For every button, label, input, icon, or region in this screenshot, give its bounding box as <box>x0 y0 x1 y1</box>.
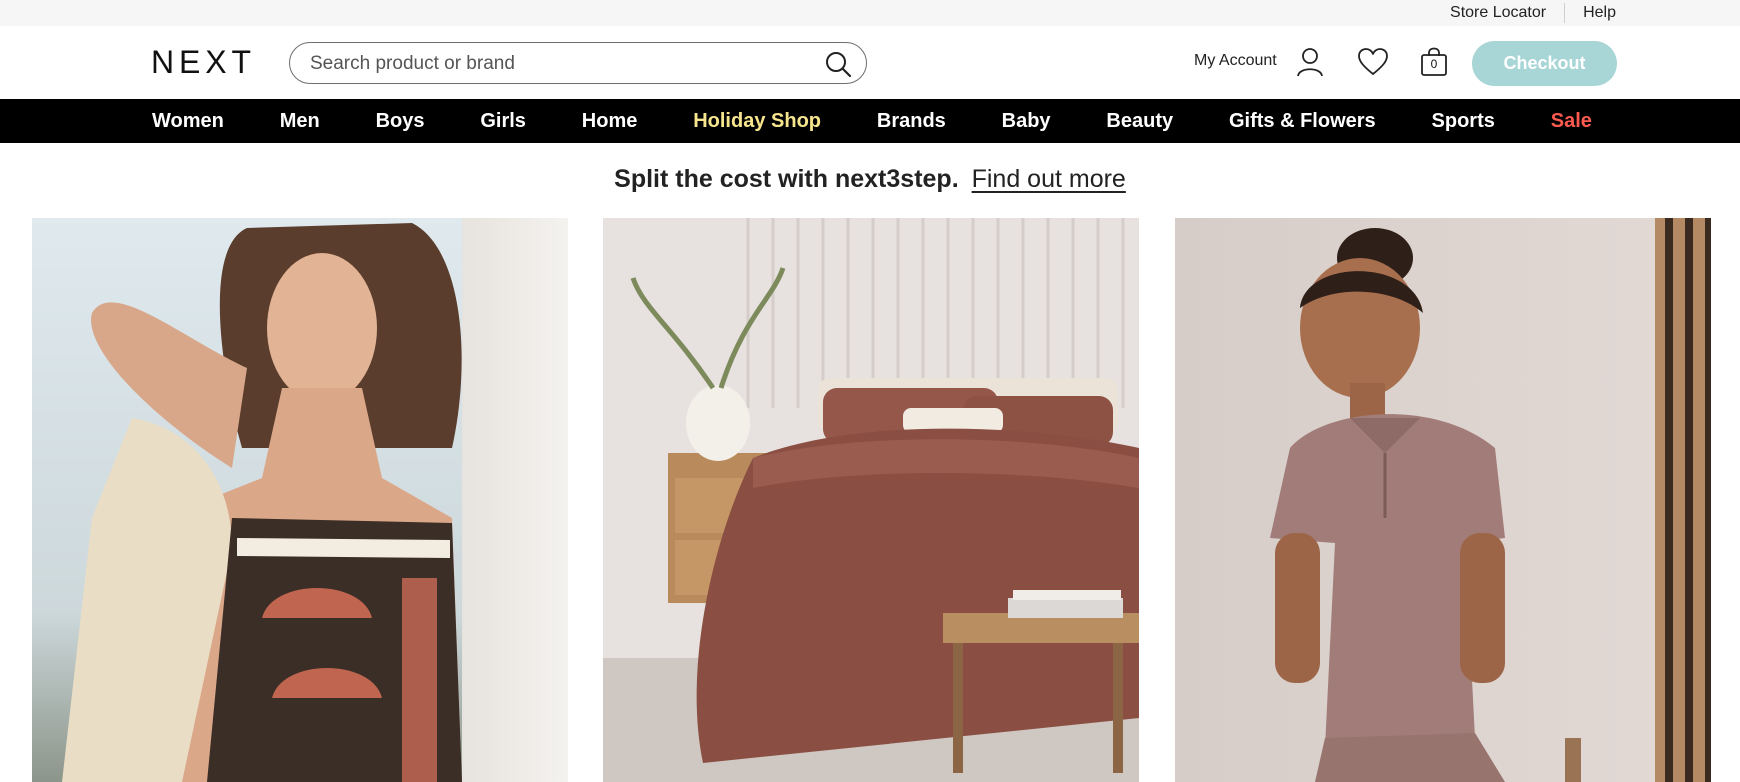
promo-banner: Split the cost with next3step. Find out … <box>0 165 1740 194</box>
main-nav: Women Men Boys Girls Home Holiday Shop B… <box>0 99 1740 143</box>
site-header: NEXT My Account 0 Checkout <box>0 26 1740 99</box>
next-logo[interactable]: NEXT <box>151 46 253 78</box>
nav-item-baby[interactable]: Baby <box>1002 110 1051 133</box>
utility-divider <box>1564 3 1566 23</box>
nav-item-home[interactable]: Home <box>582 110 638 133</box>
promo-find-out-more-link[interactable]: Find out more <box>972 165 1126 193</box>
search-icon[interactable] <box>824 50 852 78</box>
utility-bar: Store Locator Help <box>0 0 1740 26</box>
nav-item-women[interactable]: Women <box>152 110 224 133</box>
store-locator-link[interactable]: Store Locator <box>1450 4 1546 22</box>
help-link[interactable]: Help <box>1583 4 1616 22</box>
woman-swimsuit-photo <box>32 218 568 782</box>
brown-bedding-photo <box>603 218 1139 782</box>
nav-item-men[interactable]: Men <box>280 110 320 133</box>
user-icon[interactable] <box>1296 47 1324 77</box>
search-input[interactable] <box>310 51 790 77</box>
nav-item-girls[interactable]: Girls <box>480 110 526 133</box>
nav-list: Women Men Boys Girls Home Holiday Shop B… <box>152 99 1592 143</box>
utility-links: Store Locator Help <box>1450 0 1616 26</box>
tile-boys[interactable] <box>1175 218 1711 782</box>
promo-text: Split the cost with next3step. <box>614 165 959 193</box>
slatted-panel <box>1655 218 1711 782</box>
checkout-button[interactable]: Checkout <box>1472 41 1617 86</box>
nav-item-sale[interactable]: Sale <box>1551 110 1592 133</box>
nav-item-beauty[interactable]: Beauty <box>1106 110 1173 133</box>
logo-text: NEXT <box>151 46 251 78</box>
nav-item-holiday-shop[interactable]: Holiday Shop <box>693 110 821 133</box>
my-account-link[interactable]: My Account <box>1194 52 1277 70</box>
nav-item-brands[interactable]: Brands <box>877 110 946 133</box>
nav-item-sports[interactable]: Sports <box>1432 110 1495 133</box>
search-box <box>289 42 867 84</box>
shopping-bag[interactable]: 0 <box>1420 47 1448 77</box>
boy-polo-photo <box>1175 218 1711 782</box>
tile-women[interactable] <box>32 218 568 782</box>
nav-item-boys[interactable]: Boys <box>376 110 425 133</box>
nav-item-gifts-flowers[interactable]: Gifts & Flowers <box>1229 110 1376 133</box>
bag-count: 0 <box>1430 57 1438 71</box>
heart-icon[interactable] <box>1357 47 1389 77</box>
tile-home[interactable] <box>603 218 1139 782</box>
